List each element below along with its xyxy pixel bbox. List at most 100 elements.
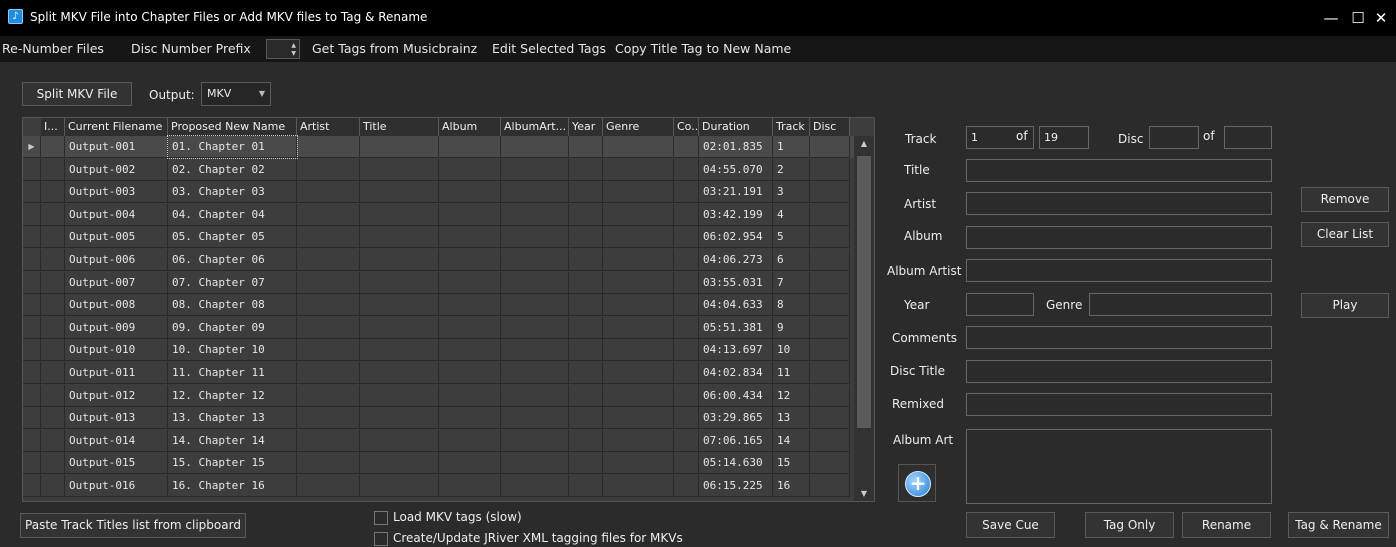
grid-cell[interactable] xyxy=(501,271,569,294)
comments-input[interactable] xyxy=(966,326,1272,349)
grid-cell[interactable] xyxy=(569,226,603,249)
tag-only-button[interactable]: Tag Only xyxy=(1085,512,1174,538)
track-cell[interactable]: 14 xyxy=(773,429,810,452)
current-filename-cell[interactable]: Output-013 xyxy=(65,407,168,430)
grid-cell[interactable] xyxy=(501,181,569,204)
column-header[interactable]: I... xyxy=(41,118,65,136)
disc-title-input[interactable] xyxy=(966,360,1272,383)
proposed-name-cell[interactable]: 06. Chapter 06 xyxy=(168,249,297,271)
duration-cell[interactable]: 07:06.165 xyxy=(699,429,773,452)
column-header[interactable]: AlbumArt... xyxy=(501,118,569,136)
grid-cell[interactable] xyxy=(603,136,674,158)
grid-cell[interactable] xyxy=(810,316,850,339)
proposed-name-cell[interactable]: 08. Chapter 08 xyxy=(168,294,297,317)
year-input[interactable] xyxy=(966,293,1034,316)
duration-cell[interactable]: 06:15.225 xyxy=(699,475,773,497)
table-row[interactable]: ▶ Output-001 01. Chapter 01 02:01.835 1 xyxy=(23,135,854,159)
grid-cell[interactable] xyxy=(297,384,360,407)
grid-cell[interactable] xyxy=(810,136,850,158)
grid-cell[interactable] xyxy=(41,226,65,249)
grid-cell[interactable] xyxy=(501,384,569,407)
grid-cell[interactable] xyxy=(569,339,603,362)
grid-cell[interactable] xyxy=(674,407,699,430)
grid-cell[interactable] xyxy=(810,249,850,271)
grid-cell[interactable] xyxy=(360,339,439,362)
grid-cell[interactable] xyxy=(674,452,699,475)
table-row[interactable]: Output-015 15. Chapter 15 05:14.630 15 xyxy=(23,452,854,475)
proposed-name-cell[interactable]: 16. Chapter 16 xyxy=(168,475,297,497)
proposed-name-cell[interactable]: 07. Chapter 07 xyxy=(168,271,297,294)
grid-cell[interactable] xyxy=(360,249,439,271)
grid-cell[interactable] xyxy=(439,294,501,317)
rename-button[interactable]: Rename xyxy=(1182,512,1271,538)
grid-cell[interactable] xyxy=(297,181,360,204)
track-cell[interactable]: 2 xyxy=(773,158,810,181)
track-cell[interactable]: 8 xyxy=(773,294,810,317)
grid-cell[interactable] xyxy=(439,271,501,294)
grid-cell[interactable] xyxy=(603,316,674,339)
current-filename-cell[interactable]: Output-005 xyxy=(65,226,168,249)
grid-cell[interactable] xyxy=(41,249,65,271)
grid-cell[interactable] xyxy=(501,429,569,452)
proposed-name-cell[interactable]: 10. Chapter 10 xyxy=(168,339,297,362)
grid-cell[interactable] xyxy=(501,226,569,249)
column-header[interactable]: Album xyxy=(439,118,501,136)
grid-cell[interactable] xyxy=(603,271,674,294)
grid-cell[interactable] xyxy=(439,158,501,181)
disc-total-input[interactable] xyxy=(1224,126,1272,149)
table-row[interactable]: Output-014 14. Chapter 14 07:06.165 14 xyxy=(23,429,854,452)
grid-cell[interactable] xyxy=(674,294,699,317)
duration-cell[interactable]: 06:02.954 xyxy=(699,226,773,249)
grid-cell[interactable] xyxy=(360,181,439,204)
grid-cell[interactable] xyxy=(603,429,674,452)
current-filename-cell[interactable]: Output-002 xyxy=(65,158,168,181)
current-filename-cell[interactable]: Output-001 xyxy=(65,136,168,158)
grid-cell[interactable] xyxy=(297,362,360,384)
remove-button[interactable]: Remove xyxy=(1301,187,1389,212)
grid-cell[interactable] xyxy=(603,452,674,475)
grid-cell[interactable] xyxy=(569,181,603,204)
grid-cell[interactable] xyxy=(439,475,501,497)
current-filename-cell[interactable]: Output-004 xyxy=(65,203,168,226)
current-filename-cell[interactable]: Output-009 xyxy=(65,316,168,339)
scrollbar-thumb[interactable] xyxy=(857,156,871,428)
row-header[interactable] xyxy=(23,384,41,407)
proposed-name-cell[interactable]: 03. Chapter 03 xyxy=(168,181,297,204)
play-button[interactable]: Play xyxy=(1301,293,1389,318)
duration-cell[interactable]: 04:55.070 xyxy=(699,158,773,181)
track-cell[interactable]: 10 xyxy=(773,339,810,362)
grid-cell[interactable] xyxy=(569,136,603,158)
grid-cell[interactable] xyxy=(297,203,360,226)
grid-cell[interactable] xyxy=(569,158,603,181)
row-header[interactable] xyxy=(23,226,41,249)
grid-cell[interactable] xyxy=(810,384,850,407)
tag-and-rename-button[interactable]: Tag & Rename xyxy=(1288,512,1389,538)
duration-cell[interactable]: 03:42.199 xyxy=(699,203,773,226)
column-header[interactable]: Year xyxy=(569,118,603,136)
grid-cell[interactable] xyxy=(360,203,439,226)
grid-cell[interactable] xyxy=(603,407,674,430)
scroll-up-icon[interactable]: ▲ xyxy=(854,139,874,148)
row-header[interactable] xyxy=(23,181,41,204)
grid-cell[interactable] xyxy=(810,226,850,249)
grid-cell[interactable] xyxy=(360,271,439,294)
grid-cell[interactable] xyxy=(41,294,65,317)
grid-cell[interactable] xyxy=(41,181,65,204)
grid-cell[interactable] xyxy=(569,407,603,430)
stepper-up-icon[interactable]: ▲ xyxy=(291,43,296,49)
proposed-name-cell[interactable]: 04. Chapter 04 xyxy=(168,203,297,226)
grid-cell[interactable] xyxy=(439,362,501,384)
remixed-input[interactable] xyxy=(966,393,1272,416)
grid-cell[interactable] xyxy=(41,339,65,362)
grid-cell[interactable] xyxy=(439,384,501,407)
album-input[interactable] xyxy=(966,226,1272,249)
grid-cell[interactable] xyxy=(439,136,501,158)
grid-cell[interactable] xyxy=(297,475,360,497)
grid-cell[interactable] xyxy=(674,429,699,452)
duration-cell[interactable]: 04:13.697 xyxy=(699,339,773,362)
grid-cell[interactable] xyxy=(501,249,569,271)
grid-cell[interactable] xyxy=(297,249,360,271)
grid-cell[interactable] xyxy=(41,136,65,158)
copy-title-tag-menu[interactable]: Copy Title Tag to New Name xyxy=(615,41,791,56)
disc-prefix-stepper[interactable]: ▲ ▼ xyxy=(266,39,300,59)
